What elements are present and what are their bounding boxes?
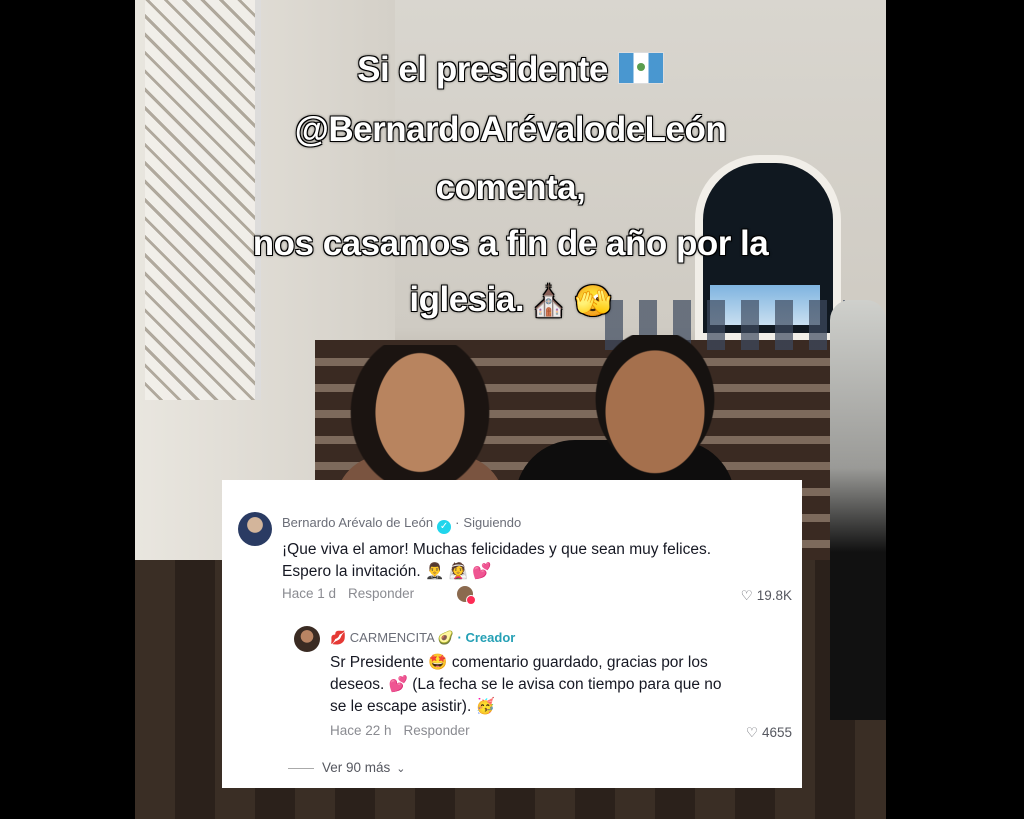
view-more-label: Ver 90 más xyxy=(322,760,391,775)
reply-button[interactable]: Responder xyxy=(404,723,470,738)
reply-button[interactable]: Responder xyxy=(348,586,414,601)
woman-figure xyxy=(345,345,495,495)
overlay-line-5: iglesia. ⛪ 🫣 xyxy=(135,282,886,317)
avatar[interactable] xyxy=(294,626,320,652)
heart-icon: ♡ xyxy=(745,725,758,740)
separator: · xyxy=(457,630,462,645)
comment-meta: Hace 1 d Responder xyxy=(282,586,414,601)
creator-liked-avatar-icon xyxy=(457,586,476,605)
avatar[interactable] xyxy=(238,512,272,546)
like-count: 19.8K xyxy=(756,588,792,603)
like-button[interactable]: ♡ 4655 xyxy=(746,725,792,741)
man-figure xyxy=(575,335,735,495)
overlay-line-3: comenta, xyxy=(435,168,586,207)
like-button[interactable]: ♡ 19.8K xyxy=(741,588,792,604)
church-peek-emoji-icon: ⛪ 🫣 xyxy=(530,285,612,318)
separator: · xyxy=(455,515,460,530)
heart-icon: ♡ xyxy=(740,588,753,603)
bystander-figure xyxy=(830,300,886,720)
comment-card: Bernardo Arévalo de León ✓ · Siguiendo ¡Que… xyxy=(222,480,802,788)
reply-text: Sr Presidente 🤩 comentario guardado, gra… xyxy=(330,654,722,715)
like-count: 4655 xyxy=(761,725,792,740)
verified-icon: ✓ xyxy=(437,520,452,534)
comment-author[interactable]: Bernardo Arévalo de León xyxy=(282,515,433,530)
reply-author-row: 💋 CARMENCITA 🥑 · Creador xyxy=(330,630,515,646)
overlay-line-2: @BernardoArévalodeLeón xyxy=(294,110,727,149)
reply-meta: Hace 22 h Responder xyxy=(330,723,470,738)
overlay-line-4: nos casamos a fin de año por la xyxy=(252,224,769,263)
following-label: Siguiendo xyxy=(463,515,522,530)
comment-time: Hace 1 d xyxy=(282,586,337,601)
reply-author[interactable]: 💋 CARMENCITA 🥑 xyxy=(330,630,454,645)
comment-author-row: Bernardo Arévalo de León ✓ · Siguiendo xyxy=(282,515,521,534)
overlay-text: iglesia. xyxy=(409,280,525,319)
guatemala-flag-icon xyxy=(617,52,664,84)
view-more-replies-button[interactable]: Ver 90 más ⌄ xyxy=(288,760,406,775)
reply-time: Hace 22 h xyxy=(330,723,392,738)
overlay-line-1: Si el presidente xyxy=(135,52,886,87)
creator-badge: Creador xyxy=(465,630,516,645)
comment-text: ¡Que viva el amor! Muchas felicidades y … xyxy=(282,541,712,580)
chevron-down-icon: ⌄ xyxy=(396,763,406,775)
divider xyxy=(288,767,314,769)
overlay-text: Si el presidente xyxy=(357,50,608,89)
